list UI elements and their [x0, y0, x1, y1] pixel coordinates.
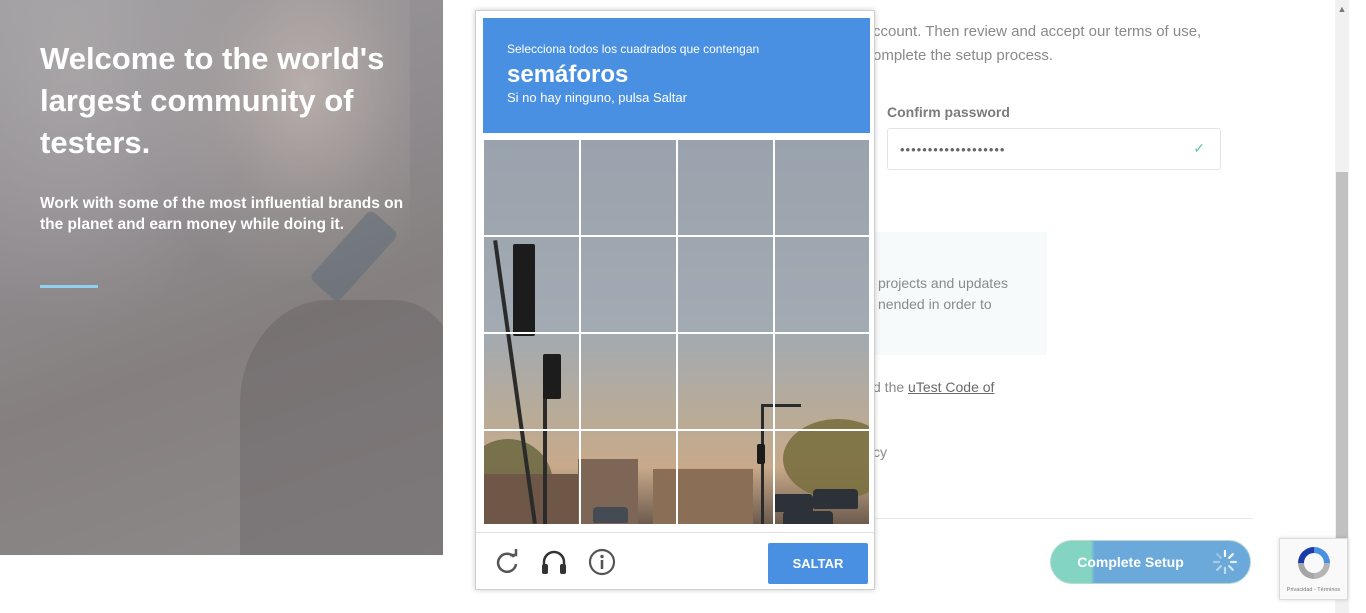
captcha-target: semáforos [507, 61, 629, 88]
captcha-tile-4-3[interactable] [677, 430, 774, 525]
captcha-tile-3-2[interactable] [580, 333, 677, 430]
captcha-tile-1-4[interactable] [774, 139, 870, 236]
captcha-tile-2-1[interactable] [483, 236, 580, 333]
intro-text: ccount. Then review and accept our terms… [873, 23, 1202, 64]
recaptcha-logo-icon [1298, 547, 1330, 579]
confirm-password-value: ••••••••••••••••••• [900, 142, 1006, 157]
code-prefix: d the [873, 379, 909, 395]
info-text: projects and updates nended in order to [878, 275, 1008, 312]
check-icon: ✓ [1193, 140, 1206, 156]
info-icon[interactable] [587, 547, 617, 577]
captcha-tile-2-2[interactable] [580, 236, 677, 333]
captcha-tile-3-1[interactable] [483, 333, 580, 430]
code-of-conduct-link[interactable]: uTest Code of [908, 379, 994, 395]
hero-title: Welcome to the world's largest community… [40, 41, 385, 160]
captcha-tile-2-3[interactable] [677, 236, 774, 333]
captcha-tile-3-3[interactable] [677, 333, 774, 430]
hero-photo-figure [240, 300, 443, 555]
hero-panel: Welcome to the world's largest community… [0, 0, 443, 555]
captcha-image-grid [483, 139, 870, 525]
captcha-dialog: Selecciona todos los cuadrados que conte… [475, 10, 875, 590]
recaptcha-links[interactable]: Privacidad - Términos [1280, 587, 1347, 593]
divider [873, 518, 1253, 519]
page-scrollbar[interactable]: ▲ [1333, 0, 1366, 613]
complete-setup-button[interactable]: Complete Setup [1050, 540, 1251, 584]
captcha-instruction: Selecciona todos los cuadrados que conte… [507, 42, 760, 56]
captcha-tile-2-4[interactable] [774, 236, 870, 333]
audio-icon[interactable] [539, 547, 569, 577]
captcha-tile-3-4[interactable] [774, 333, 870, 430]
captcha-tile-4-2[interactable] [580, 430, 677, 525]
confirm-password-label: Confirm password [887, 104, 1010, 120]
privacy-link[interactable]: cy [873, 444, 887, 460]
confirm-password-field[interactable]: ••••••••••••••••••• ✓ [887, 128, 1221, 170]
reload-icon[interactable] [492, 547, 522, 577]
skip-button[interactable]: SALTAR [768, 543, 868, 584]
captcha-hint: Si no hay ninguno, pulsa Saltar [507, 90, 687, 105]
captcha-tile-1-2[interactable] [580, 139, 677, 236]
hero-accent-line [40, 285, 98, 288]
scroll-thumb[interactable] [1336, 172, 1348, 540]
captcha-tile-1-3[interactable] [677, 139, 774, 236]
captcha-tile-1-1[interactable] [483, 139, 580, 236]
recaptcha-badge[interactable]: Privacidad - Términos [1279, 538, 1348, 600]
captcha-tile-4-4[interactable] [774, 430, 870, 525]
hero-subtitle: Work with some of the most influential b… [40, 195, 404, 233]
complete-setup-label: Complete Setup [1077, 554, 1184, 570]
captcha-tile-4-1[interactable] [483, 430, 580, 525]
captcha-footer: SALTAR [476, 532, 874, 589]
loading-spinner-icon [1212, 549, 1238, 575]
captcha-header: Selecciona todos los cuadrados que conte… [483, 18, 870, 133]
code-of-conduct-text: d the uTest Code of [873, 379, 994, 395]
scroll-up-arrow-icon[interactable]: ▲ [1335, 2, 1349, 16]
